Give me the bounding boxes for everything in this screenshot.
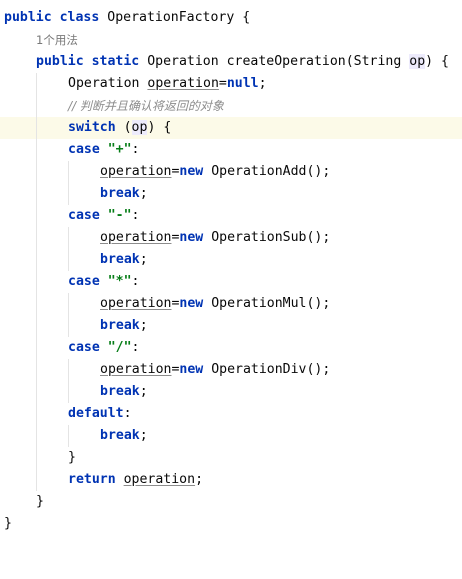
keyword-new: new [179,296,204,311]
usage-hint[interactable]: 1个用法 [36,29,78,51]
keyword-null: null [226,76,259,91]
class-close-brace: } [4,516,12,531]
class-name: OperationFactory [107,10,235,25]
colon: : [131,340,140,355]
var-operation: operation [147,76,219,91]
semicolon: ; [139,252,148,267]
keyword-default: default [68,406,124,421]
case-value: "*" [107,274,132,289]
constructor-call: OperationMul(); [211,296,331,311]
code-line-return: return operation; [0,469,462,491]
code-line-comment: // 判断并且确认将返回的对象 [0,95,462,117]
colon: : [131,274,140,289]
code-line-class-decl: public class OperationFactory { [0,7,462,29]
code-line-assign: operation=new OperationAdd(); [0,161,462,183]
case-value: "-" [107,208,132,223]
keyword-break: break [100,318,140,333]
constructor-call: OperationDiv(); [211,362,331,377]
param-open-paren: ( [345,54,354,69]
code-line-case: case "+": [0,139,462,161]
code-line-break: break; [0,381,462,403]
code-line-break: break; [0,249,462,271]
var-operation: operation [100,362,172,377]
constructor-call: OperationSub(); [211,230,331,245]
keyword-break: break [100,252,140,267]
colon: : [131,208,140,223]
colon: : [131,142,140,157]
case-value: "/" [107,340,132,355]
semicolon: ; [139,318,148,333]
switch-param: op [131,120,148,135]
semicolon: ; [139,428,148,443]
keyword-break: break [100,428,140,443]
keyword-new: new [179,230,204,245]
code-line-break: break; [0,425,462,447]
semicolon: ; [139,186,148,201]
semicolon: ; [258,76,267,91]
code-editor[interactable]: public class OperationFactory { 1个用法 pub… [0,0,462,544]
case-value: "+" [107,142,132,157]
semicolon: ; [139,384,148,399]
code-line-break: break; [0,183,462,205]
keyword-case: case [68,340,100,355]
var-operation: operation [100,296,172,311]
var-operation: operation [100,230,172,245]
keyword-case: case [68,142,100,157]
class-open-brace: { [242,10,251,25]
param-close-paren: ) [425,54,434,69]
code-line-assign: operation=new OperationSub(); [0,227,462,249]
assign-op: = [218,76,227,91]
method-name: createOperation [226,54,346,69]
code-line-method-decl: public static Operation createOperation(… [0,51,462,73]
keyword-case: case [68,274,100,289]
code-line-default: default: [0,403,462,425]
var-type: Operation [68,76,140,91]
method-open-brace: { [441,54,449,69]
param-type: String [353,54,402,69]
code-line-assign: operation=new OperationDiv(); [0,359,462,381]
var-operation: operation [123,472,196,487]
var-operation: operation [100,164,172,179]
semicolon: ; [195,472,204,487]
keyword-public: public [36,54,84,69]
code-comment: // 判断并且确认将返回的对象 [68,99,224,113]
code-line-usage-hint: 1个用法 [0,29,462,51]
code-line-class-close: } [0,513,462,535]
keyword-new: new [179,164,204,179]
keyword-switch: switch [68,120,116,135]
code-line-case: case "-": [0,205,462,227]
keyword-static: static [91,54,140,69]
keyword-public: public [4,10,52,25]
colon: : [123,406,132,421]
switch-close-paren: ) [147,120,156,135]
keyword-return: return [68,472,116,487]
param-name: op [409,54,426,69]
code-line-assign: operation=new OperationMul(); [0,293,462,315]
code-line-switch-close: } [0,447,462,469]
switch-open-brace: { [163,120,172,135]
keyword-class: class [59,10,100,25]
keyword-new: new [179,362,204,377]
switch-close-brace: } [68,450,76,465]
keyword-break: break [100,186,140,201]
code-line-case: case "/": [0,337,462,359]
code-line-method-close: } [0,491,462,513]
method-close-brace: } [36,494,44,509]
return-type: Operation [147,54,219,69]
code-line-switch: switch (op) { [0,117,462,139]
switch-open-paren: ( [123,120,132,135]
code-line-var-decl: Operation operation=null; [0,73,462,95]
keyword-case: case [68,208,100,223]
code-line-case: case "*": [0,271,462,293]
constructor-call: OperationAdd(); [211,164,331,179]
code-line-break: break; [0,315,462,337]
keyword-break: break [100,384,140,399]
